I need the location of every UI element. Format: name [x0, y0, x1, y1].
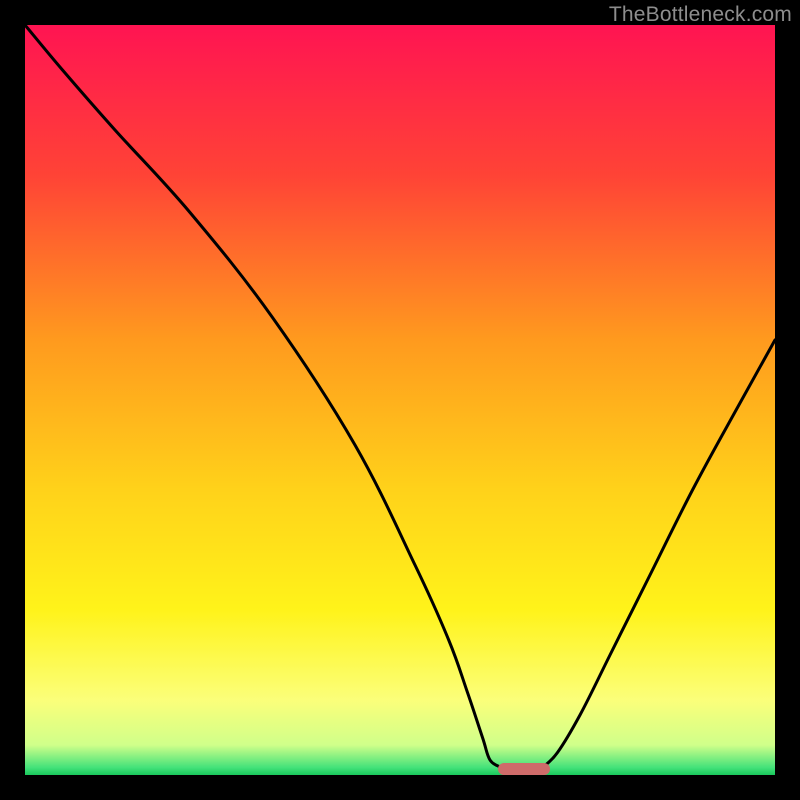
- chart-frame: TheBottleneck.com: [0, 0, 800, 800]
- curve-left: [25, 25, 501, 768]
- watermark-text: TheBottleneck.com: [609, 3, 792, 27]
- plot-area: [25, 25, 775, 775]
- curve-right: [543, 340, 776, 768]
- optimal-range-marker: [498, 763, 551, 775]
- bottleneck-curve: [25, 25, 775, 775]
